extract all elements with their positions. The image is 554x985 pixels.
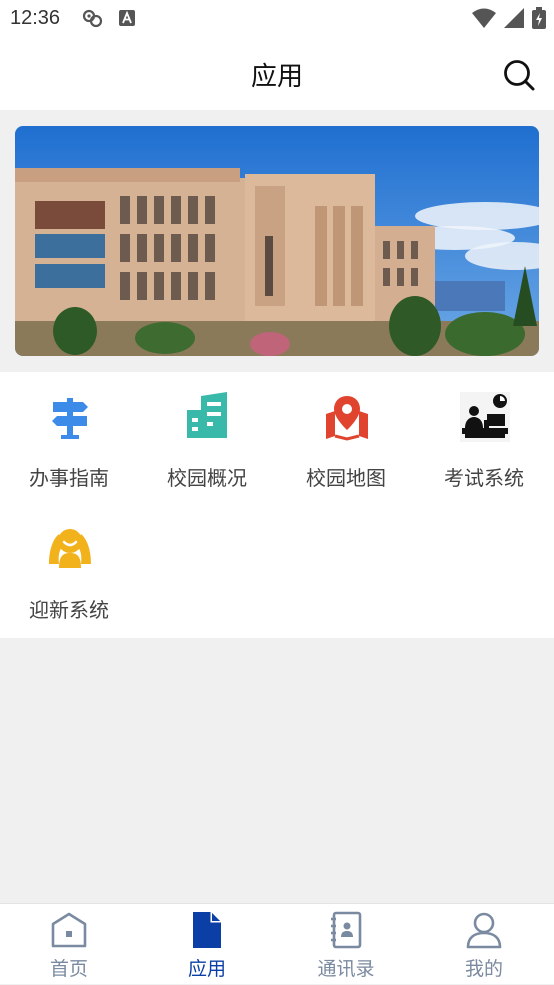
app-label: 办事指南	[29, 466, 109, 490]
bottom-tab-bar: 首页 应用 通讯录 我的	[0, 903, 554, 984]
tab-label: 首页	[49, 958, 88, 980]
tab-home[interactable]: 首页	[0, 904, 138, 985]
wifi-icon	[472, 8, 496, 28]
contacts-icon	[331, 911, 362, 949]
app-guide[interactable]: 办事指南	[0, 372, 138, 502]
keyboard-a-icon	[119, 10, 135, 26]
tab-label: 应用	[187, 958, 226, 980]
app-label: 校园地图	[306, 466, 386, 490]
app-label: 迎新系统	[29, 598, 109, 622]
app-label: 校园概况	[167, 466, 247, 490]
tab-label: 我的	[464, 958, 503, 980]
app-campus-map[interactable]: 校园地图	[277, 372, 415, 502]
search-button[interactable]	[502, 58, 536, 92]
document-icon	[193, 912, 221, 948]
search-icon	[504, 60, 535, 91]
app-label: 考试系统	[444, 466, 524, 490]
tab-apps[interactable]: 应用	[138, 904, 276, 985]
page-title: 应用	[250, 61, 303, 92]
app-campus-overview[interactable]: 校园概况	[138, 372, 276, 502]
banner-section	[0, 110, 554, 372]
tab-label: 通讯录	[317, 958, 375, 980]
signpost-icon	[52, 398, 88, 439]
signal-icon	[504, 8, 524, 28]
app-welcome-system[interactable]: 迎新系统	[0, 504, 138, 634]
tab-profile[interactable]: 我的	[415, 904, 553, 985]
status-bar: 12:36	[0, 0, 554, 38]
battery-icon	[532, 7, 546, 29]
profile-icon	[466, 912, 502, 949]
map-pin-icon	[326, 396, 368, 441]
tab-contacts[interactable]: 通讯录	[277, 904, 415, 985]
app-header: 应用	[0, 38, 554, 110]
home-icon	[51, 912, 87, 948]
notification-icon	[82, 9, 103, 28]
status-time: 12:36	[10, 7, 61, 29]
banner-image[interactable]	[15, 126, 539, 356]
exam-desk-icon	[460, 392, 510, 442]
app-grid: 办事指南 校园概况 校园地图 考试系统 迎新系统	[0, 372, 554, 638]
building-icon	[187, 392, 227, 438]
app-exam-system[interactable]: 考试系统	[415, 372, 553, 502]
welcome-person-icon	[49, 529, 91, 568]
campus-building-illustration	[15, 126, 539, 356]
